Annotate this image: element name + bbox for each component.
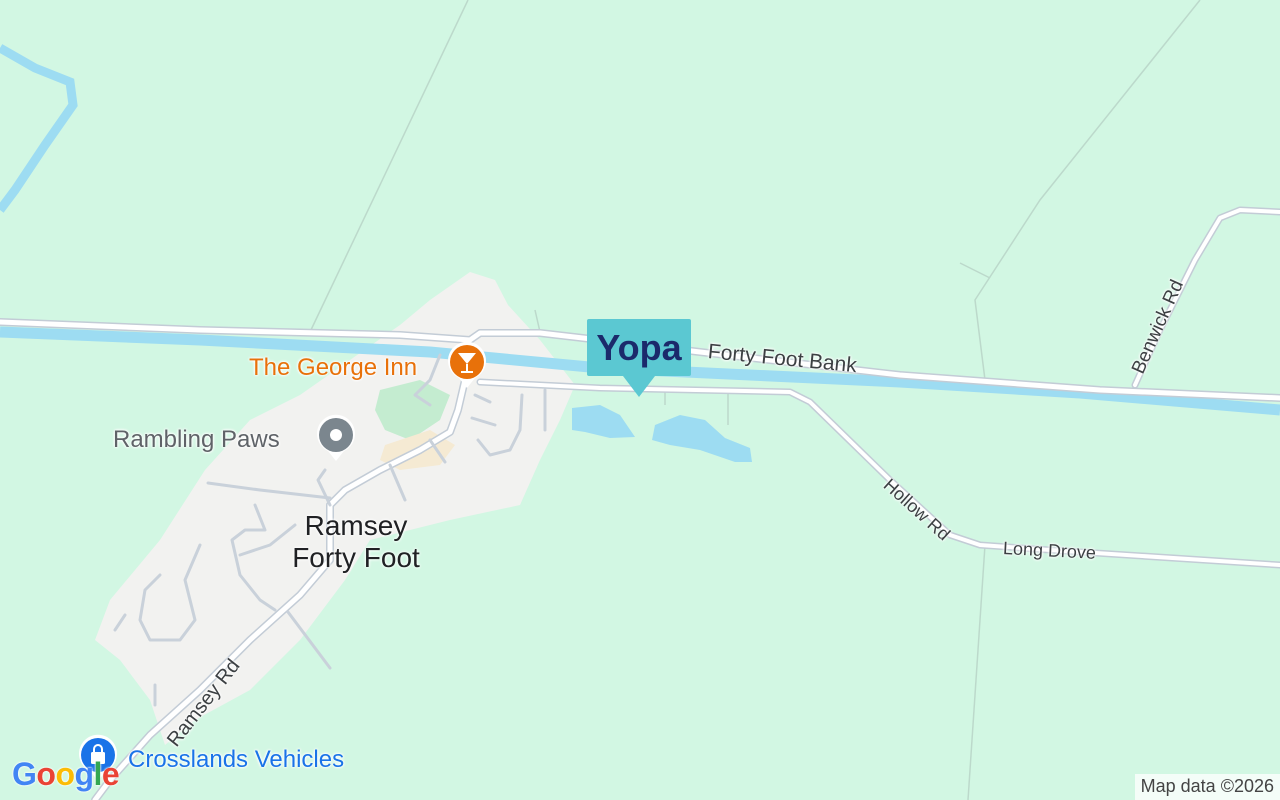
town-label-line2: Forty Foot (292, 542, 420, 573)
poi-the-george-inn[interactable] (445, 340, 489, 390)
cocktail-icon (448, 341, 486, 388)
map-attribution[interactable]: Map data ©2026 (1134, 774, 1280, 800)
yopa-logo: Yopa (587, 319, 691, 397)
yopa-brand-marker[interactable]: Yopa (587, 319, 691, 399)
town-label: Ramsey Forty Foot (270, 510, 442, 574)
town-label-line1: Ramsey (304, 510, 408, 541)
google-logo: Google (12, 756, 120, 792)
lake-east (652, 415, 752, 462)
lake-west (572, 405, 635, 438)
river-northwest (0, 44, 78, 213)
poi-label-the-george-inn[interactable]: The George Inn (249, 354, 417, 382)
poi-rambling-paws[interactable] (314, 413, 358, 463)
poi-label-crosslands-vehicles[interactable]: Crosslands Vehicles (128, 746, 344, 774)
map-canvas[interactable] (0, 0, 1280, 800)
pin-icon (317, 414, 355, 461)
poi-label-rambling-paws[interactable]: Rambling Paws (113, 426, 280, 454)
yopa-logo-text: Yopa (596, 327, 682, 368)
